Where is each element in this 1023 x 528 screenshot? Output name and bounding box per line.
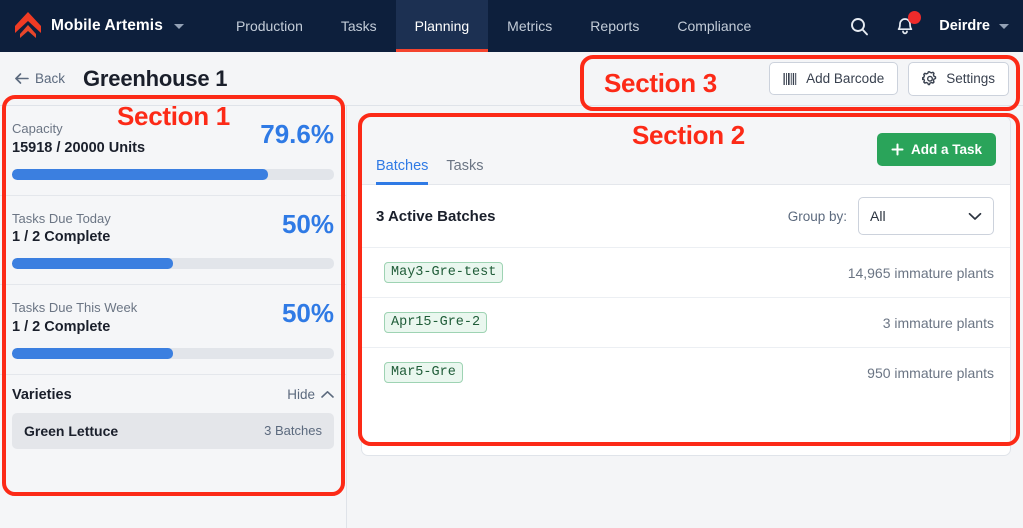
- stat-sublabel: 1 / 2 Complete: [12, 229, 111, 245]
- progress-fill: [12, 168, 269, 180]
- progress-bar-tasks-week: [12, 347, 334, 359]
- batch-row[interactable]: May3-Gre-test 14,965 immature plants: [362, 248, 1010, 298]
- body: Capacity 15918 / 20000 Units 79.6% Tasks…: [0, 105, 1023, 528]
- gear-icon: [922, 70, 937, 85]
- page-header: Back Greenhouse 1 Add Barcode Settings: [0, 52, 1023, 105]
- tab-tasks[interactable]: Tasks: [446, 158, 483, 184]
- nav-item-compliance[interactable]: Compliance: [658, 0, 770, 52]
- chevron-up-icon: [321, 390, 334, 398]
- bell-icon[interactable]: [893, 11, 922, 38]
- settings-button[interactable]: Settings: [908, 61, 1009, 96]
- batches-list-header: 3 Active Batches Group by: All: [362, 185, 1010, 248]
- nav-label: Reports: [590, 18, 640, 34]
- nav-item-reports[interactable]: Reports: [571, 0, 658, 52]
- notification-badge: [908, 11, 922, 24]
- stat-sublabel: 15918 / 20000 Units: [12, 139, 146, 156]
- group-by-select[interactable]: All: [858, 197, 994, 235]
- nav-item-production[interactable]: Production: [217, 0, 322, 52]
- group-by-label: Group by:: [787, 208, 847, 224]
- panel-tabs: Batches Tasks: [376, 117, 483, 185]
- stat-percent: 50%: [281, 298, 334, 328]
- add-barcode-label: Add Barcode: [806, 71, 885, 86]
- progress-fill: [12, 258, 173, 269]
- chevron-down-icon: [968, 212, 982, 220]
- stat-percent: 50%: [281, 208, 334, 239]
- user-name: Deirdre: [939, 18, 990, 34]
- navbar-right: Deirdre: [847, 11, 1023, 38]
- stat-label: Tasks Due This Week: [12, 300, 138, 315]
- varieties-toggle-label: Hide: [287, 387, 315, 402]
- stat-capacity: Capacity 15918 / 20000 Units 79.6%: [0, 106, 346, 196]
- batch-plant-count: 14,965 immature plants: [847, 264, 994, 281]
- settings-label: Settings: [946, 71, 995, 86]
- tab-label: Tasks: [446, 158, 484, 174]
- app-root: Mobile Artemis Production Tasks Planning…: [0, 0, 1023, 528]
- stat-sublabel: 1 / 2 Complete: [12, 318, 111, 335]
- flame-chevron-logo-icon: [15, 12, 41, 38]
- nav-label: Production: [235, 18, 303, 34]
- add-task-label: Add a Task: [910, 142, 982, 157]
- group-by-control: Group by: All: [788, 197, 994, 235]
- nav-item-planning[interactable]: Planning: [395, 0, 489, 52]
- active-batches-count: 3 Active Batches: [376, 207, 496, 225]
- search-icon[interactable]: [847, 14, 871, 38]
- varieties-title: Varieties: [12, 386, 72, 403]
- tab-batches[interactable]: Batches: [376, 158, 429, 185]
- batches-panel: Batches Tasks Add a Task 3 Active Batche…: [361, 116, 1011, 456]
- brand-menu[interactable]: Mobile Artemis: [0, 11, 184, 41]
- nav-label: Compliance: [677, 18, 752, 34]
- nav-links: Production Tasks Planning Metrics Report…: [217, 0, 770, 52]
- arrow-left-icon: [15, 73, 29, 84]
- back-label: Back: [35, 71, 66, 86]
- batch-tag: Apr15-Gre-2: [384, 312, 488, 333]
- batch-row[interactable]: Apr15-Gre-2 3 immature plants: [362, 298, 1010, 348]
- varieties-section: Varieties Hide Green Lettuce 3 Batches: [0, 375, 346, 449]
- variety-name: Green Lettuce: [24, 422, 119, 439]
- nav-item-metrics[interactable]: Metrics: [488, 0, 571, 52]
- batch-tag: Mar5-Gre: [384, 362, 463, 383]
- group-by-value: All: [870, 208, 886, 224]
- nav-item-tasks[interactable]: Tasks: [322, 0, 396, 52]
- varieties-toggle[interactable]: Hide: [287, 387, 334, 402]
- back-button[interactable]: Back: [14, 71, 65, 86]
- barcode-icon: [783, 72, 797, 85]
- progress-bar-capacity: [12, 168, 334, 180]
- chevron-down-icon[interactable]: [173, 23, 184, 29]
- add-barcode-button[interactable]: Add Barcode: [769, 62, 899, 95]
- brand-name: Mobile Artemis: [51, 17, 163, 34]
- batch-plant-count: 950 immature plants: [867, 364, 994, 381]
- plus-icon: [891, 143, 904, 156]
- tab-label: Batches: [376, 158, 429, 174]
- stat-tasks-due-today: Tasks Due Today 1 / 2 Complete 50%: [0, 196, 346, 285]
- page-title: Greenhouse 1: [83, 65, 228, 91]
- nav-label: Planning: [414, 18, 470, 34]
- nav-label: Metrics: [507, 18, 553, 34]
- add-task-button[interactable]: Add a Task: [876, 133, 996, 166]
- user-menu[interactable]: Deirdre: [939, 18, 1009, 34]
- variety-count: 3 Batches: [264, 423, 322, 438]
- batch-row[interactable]: Mar5-Gre 950 immature plants: [362, 348, 1010, 397]
- nav-label: Tasks: [340, 18, 377, 34]
- stats-sidebar: Capacity 15918 / 20000 Units 79.6% Tasks…: [0, 105, 347, 528]
- header-actions: Add Barcode Settings: [769, 61, 1009, 96]
- stat-label: Capacity: [12, 121, 63, 136]
- top-navbar: Mobile Artemis Production Tasks Planning…: [0, 0, 1023, 52]
- stat-label: Tasks Due Today: [12, 210, 111, 226]
- main-area: Batches Tasks Add a Task 3 Active Batche…: [347, 105, 1023, 528]
- progress-bar-tasks-today: [12, 258, 334, 269]
- stat-percent: 79.6%: [260, 119, 334, 149]
- variety-row[interactable]: Green Lettuce 3 Batches: [12, 412, 334, 449]
- progress-fill: [12, 347, 173, 359]
- chevron-down-icon: [999, 23, 1009, 29]
- batch-plant-count: 3 immature plants: [882, 314, 994, 331]
- batch-tag: May3-Gre-test: [384, 262, 504, 283]
- panel-header: Batches Tasks Add a Task: [362, 117, 1010, 185]
- stat-tasks-due-week: Tasks Due This Week 1 / 2 Complete 50%: [0, 285, 346, 375]
